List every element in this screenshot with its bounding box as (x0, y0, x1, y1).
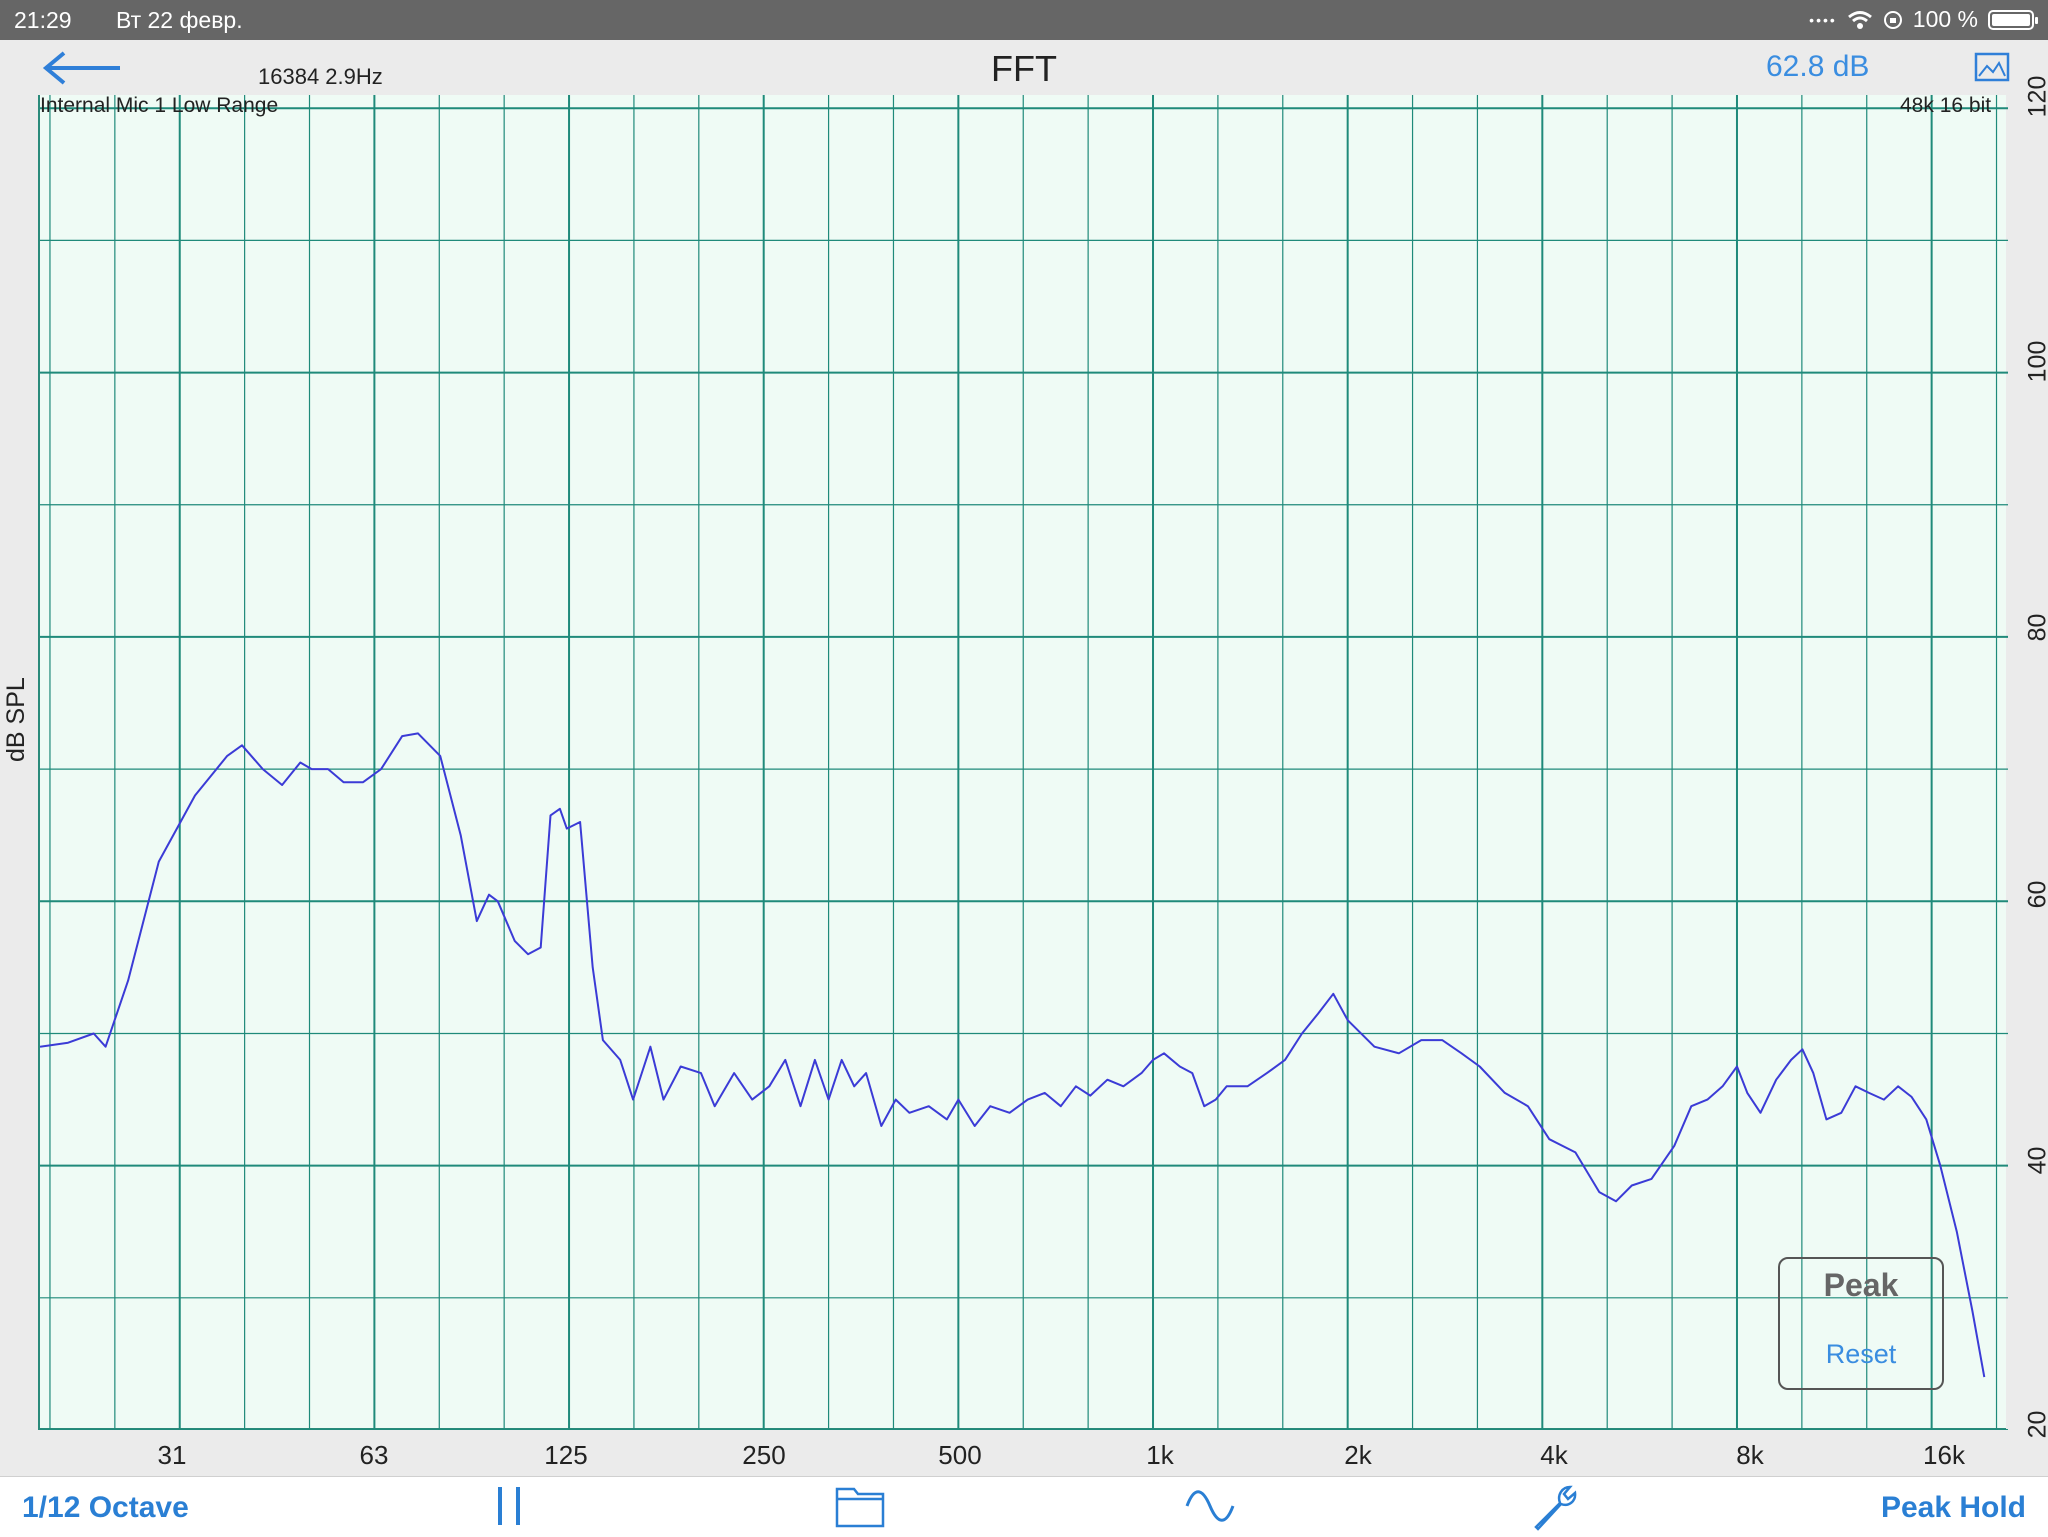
orientation-lock-icon (1883, 10, 1903, 30)
wifi-icon (1847, 10, 1873, 30)
y-tick-label: 60 (2024, 865, 2048, 925)
image-icon[interactable] (1974, 52, 2010, 82)
x-tick-label: 500 (938, 1440, 981, 1471)
status-date: Вт 22 февр. (116, 7, 243, 34)
y-tick-label: 100 (2024, 332, 2048, 392)
y-tick-label: 20 (2024, 1395, 2048, 1455)
peak-title: Peak (1780, 1267, 1942, 1304)
x-tick-label: 2k (1344, 1440, 1371, 1471)
x-tick-label: 8k (1736, 1440, 1763, 1471)
peak-panel: Peak Reset (1778, 1257, 1944, 1390)
fft-chart (40, 95, 2008, 1430)
x-tick-label: 63 (360, 1440, 389, 1471)
battery-percent: 100 % (1913, 6, 1978, 33)
status-bar: 21:29 Вт 22 февр. •••• 100 % (0, 0, 2048, 40)
header-bar: 16384 2.9Hz FFT 62.8 dB (0, 40, 2048, 95)
spectrum-line (40, 733, 1984, 1377)
mic-label: Internal Mic 1 Low Range (40, 94, 278, 118)
y-axis-label: dB SPL (2, 677, 31, 762)
wrench-icon[interactable] (1530, 1483, 1586, 1533)
pause-icon[interactable] (494, 1483, 526, 1529)
page-title: FFT (0, 48, 2048, 90)
x-tick-label: 16k (1923, 1440, 1965, 1471)
level-readout: 62.8 dB (1766, 50, 1869, 84)
x-tick-label: 1k (1146, 1440, 1173, 1471)
signal-dots-icon: •••• (1809, 12, 1837, 28)
x-tick-label: 31 (158, 1440, 187, 1471)
fft-plot-area[interactable] (38, 95, 2006, 1430)
sample-rate-label: 48k 16 bit (1900, 94, 1991, 118)
folder-icon[interactable] (834, 1483, 886, 1529)
y-tick-label: 40 (2024, 1131, 2048, 1191)
sine-wave-icon[interactable] (1184, 1483, 1236, 1529)
status-time: 21:29 (14, 7, 72, 34)
bottom-toolbar: 1/12 Octave Peak Hold (0, 1476, 2048, 1537)
y-tick-label: 120 (2024, 67, 2048, 127)
peak-hold-button[interactable]: Peak Hold (1881, 1491, 2026, 1525)
x-tick-label: 4k (1540, 1440, 1567, 1471)
status-right: •••• 100 % (1809, 6, 2034, 33)
x-tick-label: 250 (742, 1440, 785, 1471)
battery-icon (1988, 10, 2034, 30)
y-tick-label: 80 (2024, 598, 2048, 658)
x-tick-label: 125 (544, 1440, 587, 1471)
peak-reset-button[interactable]: Reset (1780, 1339, 1942, 1370)
octave-button[interactable]: 1/12 Octave (22, 1491, 189, 1525)
